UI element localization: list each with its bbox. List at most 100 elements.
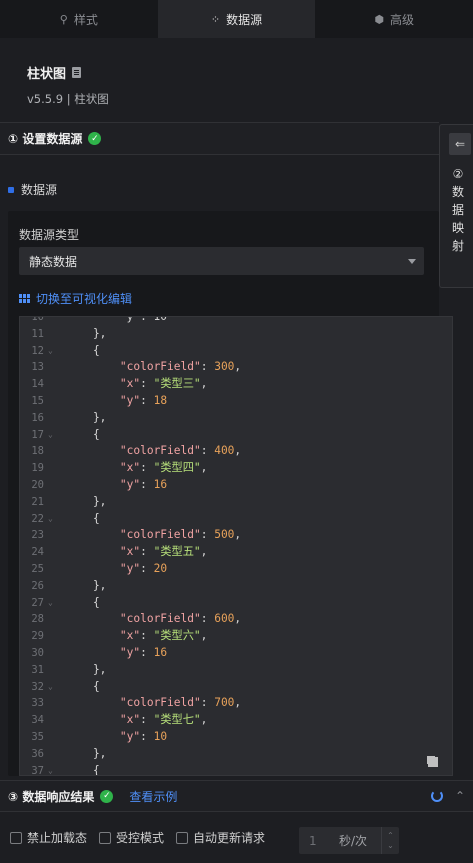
fold-chevron-icon[interactable]: ⌄ xyxy=(44,343,60,360)
line-number: 35 xyxy=(31,730,44,743)
line-number: 34 xyxy=(31,714,44,727)
line-number: 24 xyxy=(31,546,44,559)
line-number: 27 xyxy=(31,596,44,609)
fold-gutter xyxy=(44,477,60,494)
code-value: 500 xyxy=(214,528,235,542)
auto-update-label: 自动更新请求 xyxy=(193,831,266,845)
data-mapping-panel[interactable]: ⇐ ② 数 据 映 射 xyxy=(439,124,473,288)
component-version: v5.5.9 | 柱状图 xyxy=(27,92,109,106)
fold-gutter xyxy=(44,443,60,460)
code-key: "x" xyxy=(119,377,141,391)
line-number: 36 xyxy=(31,747,44,760)
chevron-up-icon[interactable]: ⌃ xyxy=(455,789,465,803)
section-response-result[interactable]: ③ 数据响应结果 ✓ 查看示例 ⌃ xyxy=(0,780,473,812)
fold-gutter xyxy=(44,359,60,376)
code-line: 29 "x": "类型六", xyxy=(20,628,452,645)
code-value: 18 xyxy=(153,393,168,407)
stepper-icon[interactable]: ⌃ ⌄ xyxy=(381,827,399,854)
tab-advanced[interactable]: ⬢ 高级 xyxy=(315,0,473,38)
line-number: 15 xyxy=(31,394,44,407)
fold-gutter xyxy=(44,628,60,645)
fold-gutter xyxy=(44,527,60,544)
code-line: 30 "y": 16 xyxy=(20,645,452,662)
code-key: "y" xyxy=(119,645,141,659)
code-key: "colorField" xyxy=(119,696,201,710)
checkbox-box[interactable] xyxy=(99,831,112,844)
interval-value: 1 xyxy=(309,833,317,848)
code-text: "y": 16 xyxy=(119,477,168,491)
fold-chevron-icon[interactable]: ⌄ xyxy=(44,511,60,528)
component-title-text: 柱状图 xyxy=(27,67,67,82)
code-line: 20 "y": 16 xyxy=(20,477,452,494)
caret-down-icon xyxy=(408,259,416,264)
auto-update-checkbox[interactable]: 自动更新请求 xyxy=(176,829,265,846)
code-text: { xyxy=(66,427,100,441)
fold-gutter xyxy=(44,317,60,326)
code-line: 12 ⌄ { xyxy=(20,343,452,360)
interval-input[interactable]: 1 秒/次 ⌃ ⌄ xyxy=(299,827,399,854)
code-text: "colorField": 300, xyxy=(119,360,242,374)
code-line: 10 "y": 10 xyxy=(20,316,452,326)
code-key: "y" xyxy=(119,477,141,491)
tab-style[interactable]: ⚲ 样式 xyxy=(0,0,158,38)
collapse-panel-icon[interactable]: ⇐ xyxy=(449,133,471,155)
tab-datasource-label: 数据源 xyxy=(226,12,263,27)
response-title: ③ 数据响应结果 xyxy=(8,789,95,804)
code-editor[interactable]: 10 "y": 10 11 }, 12 ⌄ {13 "colorField": 300… xyxy=(19,316,453,776)
switch-visual-edit-text: 切换至可视化编辑 xyxy=(36,292,133,306)
code-text: "y": 10 xyxy=(66,316,168,323)
view-example-link[interactable]: 查看示例 xyxy=(129,788,177,805)
code-key: "x" xyxy=(119,461,141,475)
fold-gutter xyxy=(44,695,60,712)
code-text: { xyxy=(66,679,100,693)
code-value: 700 xyxy=(214,696,235,710)
sliders-icon: ⚲ xyxy=(59,12,68,26)
code-text: }, xyxy=(66,494,107,508)
switch-visual-edit-link[interactable]: 切换至可视化编辑 xyxy=(19,290,132,307)
datasource-type-select[interactable]: 静态数据 xyxy=(19,247,424,275)
copy-icon[interactable] xyxy=(428,757,438,767)
code-key: "x" xyxy=(119,629,141,643)
code-line: 13 "colorField": 300, xyxy=(20,359,452,376)
code-line: 22 ⌄ { xyxy=(20,511,452,528)
code-line: 26 }, xyxy=(20,578,452,595)
line-number: 23 xyxy=(31,529,44,542)
code-key: "colorField" xyxy=(119,444,201,458)
section-set-datasource[interactable]: ① 设置数据源 ✓ xyxy=(0,122,439,155)
fold-chevron-icon[interactable]: ⌄ xyxy=(44,595,60,612)
code-key: "y" xyxy=(119,561,141,575)
fold-gutter xyxy=(44,326,60,343)
checkbox-box[interactable] xyxy=(176,831,189,844)
fold-gutter xyxy=(44,611,60,628)
document-icon[interactable] xyxy=(72,67,82,78)
checkbox-box[interactable] xyxy=(10,831,22,844)
fold-gutter xyxy=(44,544,60,561)
fold-chevron-icon[interactable]: ⌄ xyxy=(44,679,60,696)
fold-gutter xyxy=(44,578,60,595)
fold-gutter xyxy=(44,494,60,511)
code-line: 27 ⌄ { xyxy=(20,595,452,612)
code-text: "colorField": 500, xyxy=(119,528,242,542)
code-text: "y": 20 xyxy=(119,561,168,575)
tab-datasource[interactable]: ⁘ 数据源 xyxy=(157,0,316,38)
code-line: 36 }, xyxy=(20,746,452,763)
cube-icon: ⬢ xyxy=(374,12,384,26)
code-key: "x" xyxy=(119,713,141,727)
code-value: "类型六" xyxy=(153,629,201,643)
disable-loading-checkbox[interactable]: 禁止加载态 xyxy=(10,829,87,846)
line-number: 22 xyxy=(31,512,44,525)
controlled-mode-checkbox[interactable]: 受控模式 xyxy=(99,829,164,846)
fold-chevron-icon[interactable]: ⌄ xyxy=(44,763,60,775)
refresh-icon[interactable] xyxy=(431,790,443,802)
code-line: 17 ⌄ { xyxy=(20,427,452,444)
code-content[interactable]: 10 "y": 10 11 }, 12 ⌄ {13 "colorField": 300… xyxy=(20,316,452,775)
code-text: "x": "类型四", xyxy=(119,461,208,475)
fold-gutter xyxy=(44,662,60,679)
code-line: 31 }, xyxy=(20,662,452,679)
code-line: 11 }, xyxy=(20,326,452,343)
code-value: 400 xyxy=(214,444,235,458)
fold-chevron-icon[interactable]: ⌄ xyxy=(44,427,60,444)
fold-gutter xyxy=(44,376,60,393)
check-circle-icon: ✓ xyxy=(88,132,102,145)
interval-unit: 秒/次 xyxy=(339,834,368,848)
